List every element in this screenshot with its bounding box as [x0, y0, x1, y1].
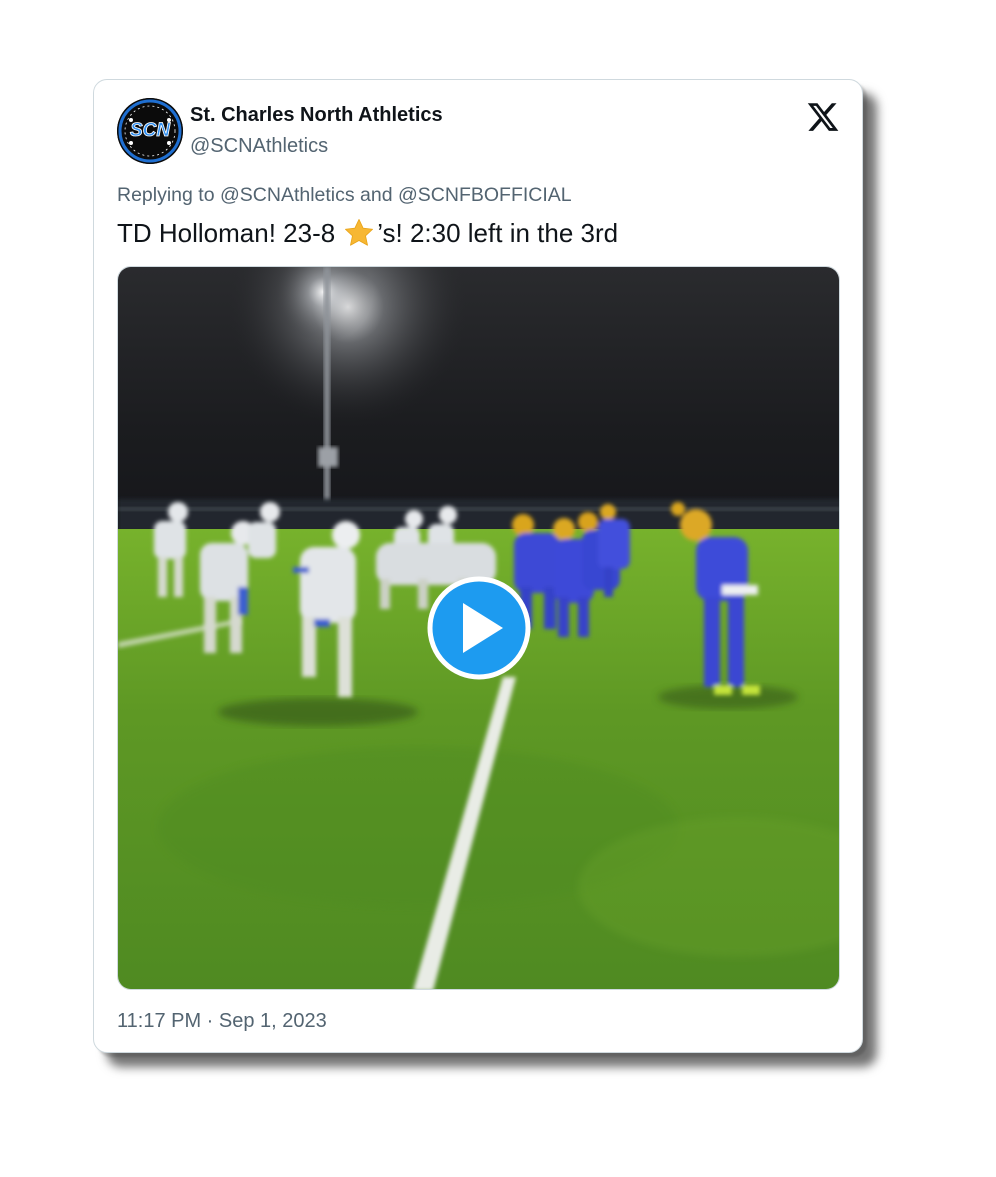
tweet-timestamp[interactable]: 11:17 PM · Sep 1, 2023	[117, 1010, 327, 1033]
x-logo-icon[interactable]	[806, 100, 840, 134]
tweet-card: SCN St. Charles North Athletics @SCNAthl…	[93, 79, 863, 1053]
star-emoji-icon	[343, 217, 375, 249]
reply-context[interactable]: Replying to @SCNAthletics and @SCNFBOFFI…	[117, 184, 572, 207]
avatar[interactable]: SCN	[117, 98, 183, 164]
video-media[interactable]	[117, 266, 840, 990]
svg-text:SCN: SCN	[130, 120, 171, 141]
tweet-text-part-2: ’s! 2:30 left in the 3rd	[377, 217, 619, 248]
play-icon[interactable]	[427, 576, 531, 680]
tweet-text-part-1: TD Holloman! 23-8	[117, 217, 336, 248]
tweet-text: TD Holloman! 23-8 ’s! 2:30 left in the 3…	[117, 217, 618, 249]
author-handle[interactable]: @SCNAthletics	[190, 135, 328, 158]
author-name[interactable]: St. Charles North Athletics	[190, 104, 443, 127]
scn-logo-icon: SCN	[117, 98, 183, 164]
football-field-video-frame	[118, 267, 839, 989]
